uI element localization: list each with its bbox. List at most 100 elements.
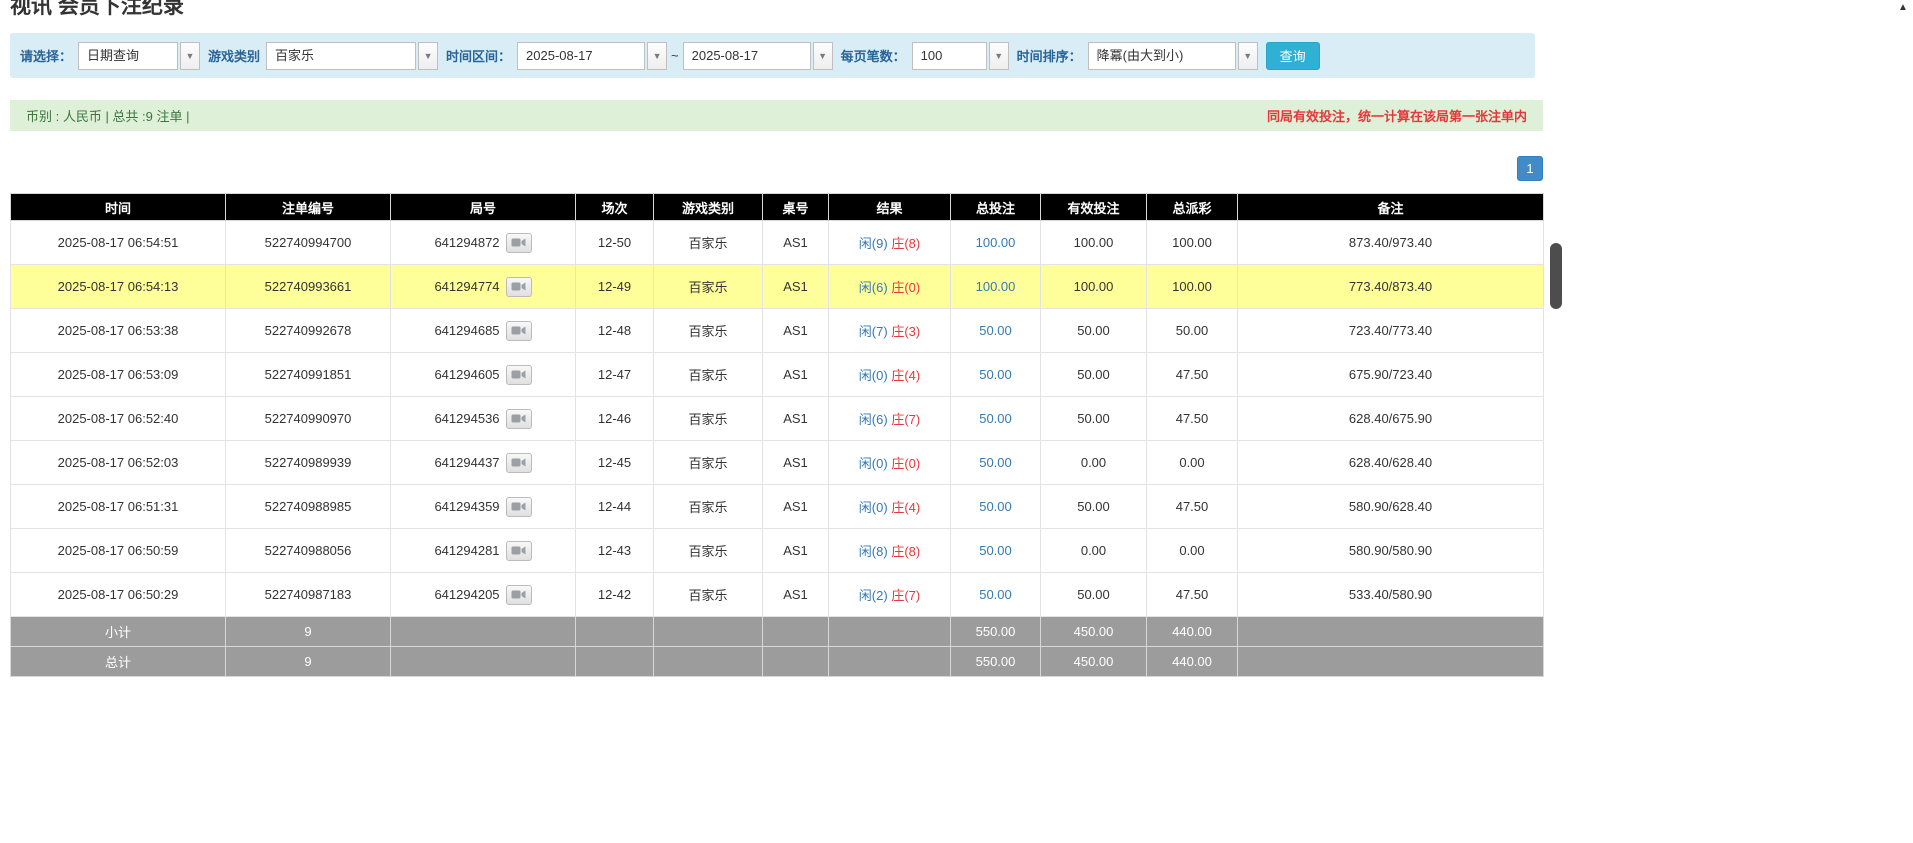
cell-bet-id: 522740990970 (226, 397, 391, 441)
cell-remark: 773.40/873.40 (1238, 265, 1544, 309)
cell-valid-bet: 0.00 (1041, 441, 1147, 485)
cell-bet-id: 522740993661 (226, 265, 391, 309)
result-banker: 庄(7) (891, 588, 920, 603)
cell-session: 12-50 (576, 221, 654, 265)
cell-remark: 533.40/580.90 (1238, 573, 1544, 617)
table-row: 2025-08-17 06:51:31522740988985641294359… (11, 485, 1544, 529)
date-from-select[interactable]: 2025-08-17 ▼ (517, 42, 667, 70)
cell-payout: 100.00 (1147, 221, 1238, 265)
footer-cell: 小计 (11, 617, 226, 647)
total-bet-link[interactable]: 50.00 (979, 499, 1012, 514)
chevron-down-icon[interactable]: ▼ (989, 42, 1009, 70)
footer-cell: 550.00 (951, 617, 1041, 647)
sort-select[interactable]: 降冪(由大到小) ▼ (1088, 42, 1258, 70)
cell-session: 12-43 (576, 529, 654, 573)
total-bet-link[interactable]: 50.00 (979, 411, 1012, 426)
video-replay-icon[interactable] (506, 233, 532, 253)
cell-total-bet: 50.00 (951, 353, 1041, 397)
total-bet-link[interactable]: 100.00 (976, 279, 1016, 294)
chevron-down-icon[interactable]: ▼ (418, 42, 438, 70)
cell-table-no: AS1 (763, 485, 829, 529)
cell-total-bet: 50.00 (951, 441, 1041, 485)
cell-payout: 0.00 (1147, 441, 1238, 485)
page: 视讯 会员下注纪录 请选择： 日期查询 ▼ 游戏类别 百家乐 ▼ 时间区间： 2… (0, 0, 1913, 843)
cell-round-id: 641294872 (391, 221, 576, 265)
game-type-select[interactable]: 百家乐 ▼ (266, 42, 438, 70)
cell-remark: 628.40/675.90 (1238, 397, 1544, 441)
round-id-text: 641294685 (434, 323, 499, 338)
query-type-value[interactable]: 日期查询 (78, 42, 178, 70)
cell-time: 2025-08-17 06:53:38 (11, 309, 226, 353)
sort-value[interactable]: 降冪(由大到小) (1088, 42, 1236, 70)
chevron-down-icon[interactable]: ▼ (180, 42, 200, 70)
scrollbar-thumb[interactable] (1550, 243, 1562, 309)
cell-result: 闲(9) 庄(8) (829, 221, 951, 265)
cell-payout: 0.00 (1147, 529, 1238, 573)
date-from-value[interactable]: 2025-08-17 (517, 42, 645, 70)
cell-total-bet: 50.00 (951, 573, 1041, 617)
video-replay-icon[interactable] (506, 541, 532, 561)
table-row: 2025-08-17 06:50:29522740987183641294205… (11, 573, 1544, 617)
video-replay-icon[interactable] (506, 409, 532, 429)
result-banker: 庄(0) (891, 456, 920, 471)
cell-bet-id: 522740994700 (226, 221, 391, 265)
chevron-down-icon[interactable]: ▼ (1238, 42, 1258, 70)
footer-cell: 总计 (11, 647, 226, 677)
footer-cell (763, 617, 829, 647)
date-to-select[interactable]: 2025-08-17 ▼ (683, 42, 833, 70)
chevron-down-icon[interactable]: ▼ (813, 42, 833, 70)
column-header: 桌号 (763, 194, 829, 221)
cell-result: 闲(6) 庄(0) (829, 265, 951, 309)
table-body: 2025-08-17 06:54:51522740994700641294872… (11, 221, 1544, 617)
result-banker: 庄(4) (891, 500, 920, 515)
cell-table-no: AS1 (763, 265, 829, 309)
footer-cell (654, 647, 763, 677)
cell-valid-bet: 50.00 (1041, 397, 1147, 441)
total-bet-link[interactable]: 50.00 (979, 323, 1012, 338)
query-type-select[interactable]: 日期查询 ▼ (78, 42, 200, 70)
cell-total-bet: 50.00 (951, 397, 1041, 441)
table-row: 2025-08-17 06:53:38522740992678641294685… (11, 309, 1544, 353)
cell-session: 12-49 (576, 265, 654, 309)
scrollbar-up-arrow-icon[interactable]: ▲ (1895, 2, 1911, 13)
video-replay-icon[interactable] (506, 453, 532, 473)
cell-remark: 580.90/580.90 (1238, 529, 1544, 573)
total-bet-link[interactable]: 50.00 (979, 455, 1012, 470)
footer-cell: 440.00 (1147, 617, 1238, 647)
column-header: 有效投注 (1041, 194, 1147, 221)
video-replay-icon[interactable] (506, 365, 532, 385)
cell-result: 闲(8) 庄(8) (829, 529, 951, 573)
cell-valid-bet: 100.00 (1041, 265, 1147, 309)
total-bet-link[interactable]: 50.00 (979, 543, 1012, 558)
result-player: 闲(0) (859, 456, 888, 471)
video-replay-icon[interactable] (506, 277, 532, 297)
cell-result: 闲(2) 庄(7) (829, 573, 951, 617)
round-id-text: 641294281 (434, 543, 499, 558)
cell-table-no: AS1 (763, 441, 829, 485)
round-id-text: 641294205 (434, 587, 499, 602)
page-size-select[interactable]: 100 ▼ (912, 42, 1009, 70)
cell-remark: 675.90/723.40 (1238, 353, 1544, 397)
game-type-value[interactable]: 百家乐 (266, 42, 416, 70)
total-bet-link[interactable]: 100.00 (976, 235, 1016, 250)
cell-valid-bet: 50.00 (1041, 353, 1147, 397)
column-header: 游戏类别 (654, 194, 763, 221)
total-bet-link[interactable]: 50.00 (979, 367, 1012, 382)
page-1-button[interactable]: 1 (1517, 156, 1543, 181)
total-row: 总计9550.00450.00440.00 (11, 647, 1544, 677)
cell-bet-id: 522740987183 (226, 573, 391, 617)
date-to-value[interactable]: 2025-08-17 (683, 42, 811, 70)
cell-round-id: 641294536 (391, 397, 576, 441)
search-button[interactable]: 查询 (1266, 42, 1320, 70)
cell-game-type: 百家乐 (654, 485, 763, 529)
page-size-value[interactable]: 100 (912, 42, 987, 70)
cell-session: 12-46 (576, 397, 654, 441)
video-replay-icon[interactable] (506, 321, 532, 341)
total-bet-link[interactable]: 50.00 (979, 587, 1012, 602)
cell-round-id: 641294205 (391, 573, 576, 617)
video-replay-icon[interactable] (506, 585, 532, 605)
query-type-label: 请选择： (20, 46, 72, 65)
video-replay-icon[interactable] (506, 497, 532, 517)
chevron-down-icon[interactable]: ▼ (647, 42, 667, 70)
footer-cell (829, 647, 951, 677)
